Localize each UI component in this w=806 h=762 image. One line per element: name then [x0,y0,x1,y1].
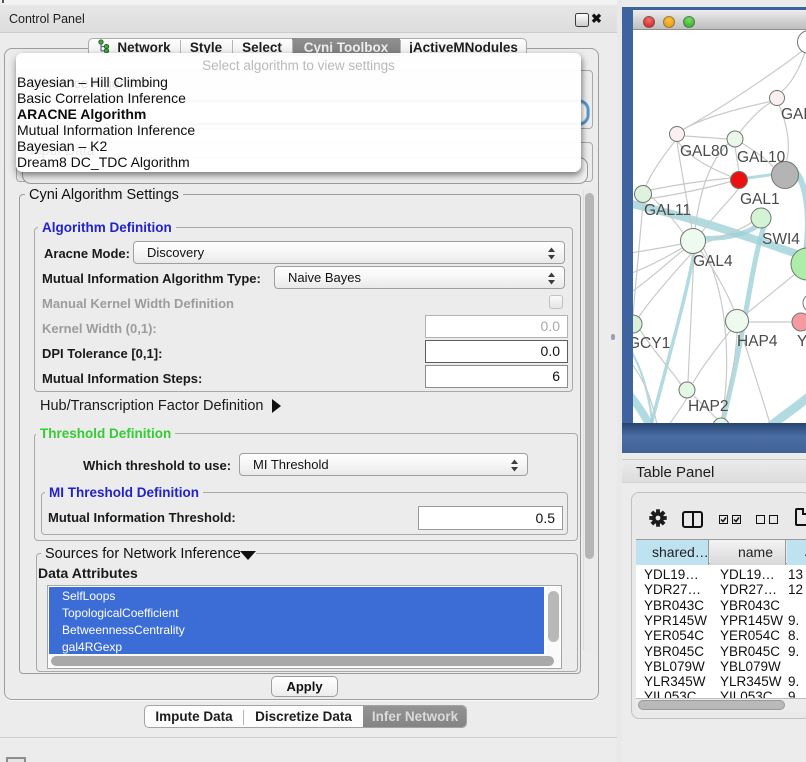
svg-text:GAL1: GAL1 [740,191,780,208]
svg-text:GAL4: GAL4 [693,253,733,270]
svg-text:GCY1: GCY1 [633,335,670,352]
svg-text:GAL11: GAL11 [644,202,691,219]
svg-text:SWI4: SWI4 [762,231,800,248]
svg-text:HAP2: HAP2 [688,398,729,415]
svg-text:GAL10: GAL10 [737,149,786,166]
svg-text:GAL7: GAL7 [781,106,806,123]
svg-text:HAP4: HAP4 [737,333,778,350]
svg-text:GAL80: GAL80 [680,143,729,160]
svg-text:Y: Y [797,333,806,350]
